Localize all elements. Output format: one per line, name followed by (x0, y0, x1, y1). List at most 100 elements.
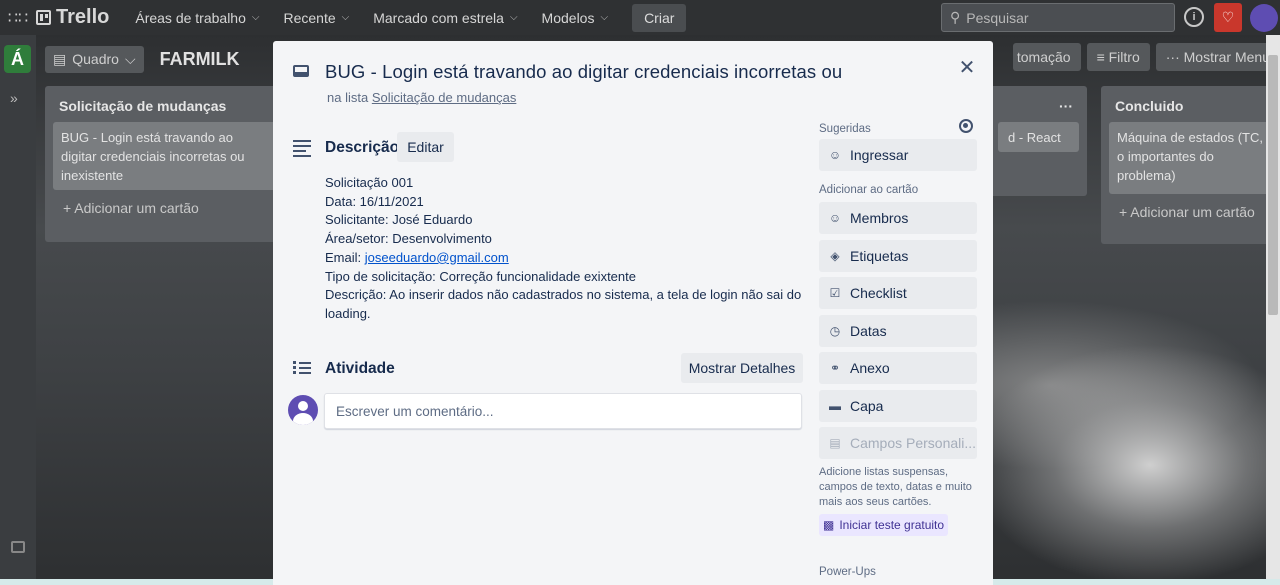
comment-input[interactable]: Escrever um comentário... (324, 393, 802, 429)
board-view-icon: ▤ (53, 50, 67, 67)
board-card[interactable]: d - React (998, 122, 1079, 152)
list-middle: ··· d - React (990, 86, 1087, 196)
show-menu-button[interactable]: ··· Mostrar Menu (1155, 43, 1280, 71)
card-text: BUG - Login está travando ao digitar cre… (61, 130, 245, 183)
list-menu-icon[interactable]: ··· (998, 94, 1079, 122)
labels-label: Etiquetas (850, 247, 909, 264)
add-card-label: Adicionar um cartão (74, 200, 199, 216)
user-avatar[interactable] (1250, 4, 1278, 32)
custom-fields-button[interactable]: ▤ Campos Personali... (819, 427, 977, 459)
card-title[interactable]: BUG - Login está travando ao digitar cre… (325, 61, 842, 83)
join-label: Ingressar (850, 147, 909, 163)
description-heading: Descrição (325, 139, 400, 156)
board-card[interactable]: BUG - Login está travando ao digitar cre… (53, 122, 277, 190)
desc-line: Tipo de solicitação: Correção funcionali… (325, 268, 636, 284)
dates-button[interactable]: ◷ Datas (819, 314, 977, 347)
filter-icon: ≡ (1096, 49, 1109, 65)
board-view-switcher[interactable]: ▤ Quadro ⌵ (45, 45, 144, 73)
expand-sidebar-icon[interactable]: » (10, 90, 18, 106)
briefcase-icon[interactable] (11, 541, 25, 553)
card-detail-modal: ✕ BUG - Login está travando ao digitar c… (273, 41, 993, 585)
add-card-label: Adicionar um cartão (1130, 204, 1255, 220)
gear-icon[interactable] (959, 119, 973, 133)
clock-icon: ◷ (829, 323, 841, 338)
person-icon: ☺ (828, 148, 842, 162)
trello-logo-icon (36, 10, 51, 25)
card-text: Máquina de estados (TC, o importantes do… (1117, 130, 1263, 183)
desc-line: Data: 16/11/2021 (325, 193, 424, 209)
add-card-button[interactable]: + Adicionar um cartão (53, 190, 277, 218)
edit-description-button[interactable]: Editar (397, 132, 454, 162)
description-icon (293, 140, 311, 160)
avatar (288, 395, 318, 425)
show-menu-label: Mostrar Menu (1183, 49, 1270, 65)
nav-recent[interactable]: Recente ⌵ (271, 0, 361, 35)
comment-placeholder: Escrever um comentário... (336, 403, 494, 419)
list-solicitacao: Solicitação de mudanças BUG - Login está… (45, 86, 285, 242)
briefcase-icon: ▩ (823, 517, 835, 532)
board-name[interactable]: FARMILK (160, 49, 240, 70)
trial-label: Iniciar teste gratuito (839, 517, 945, 532)
description-body[interactable]: Solicitação 001 Data: 16/11/2021 Solicit… (325, 174, 810, 324)
automation-button[interactable]: tomação (1012, 43, 1081, 71)
email-label: Email: (325, 249, 365, 265)
chevron-down-icon: ⌵ (251, 12, 260, 23)
desc-line: Solicitante: José Eduardo (325, 212, 473, 228)
nav-workspaces[interactable]: Áreas de trabalho ⌵ (123, 0, 271, 35)
apps-grid-icon[interactable]: ∷∷ (0, 8, 36, 28)
checklist-label: Checklist (850, 285, 907, 301)
list-concluido: Concluido Máquina de estados (TC, o impo… (1101, 86, 1280, 244)
info-icon[interactable]: i (1184, 7, 1204, 27)
add-card-button[interactable]: + Adicionar um cartão (1109, 194, 1272, 222)
board-view-label: Quadro (72, 51, 119, 67)
chevron-down-icon: ⌵ (124, 50, 136, 67)
scrollbar-thumb[interactable] (1268, 55, 1278, 315)
card-sidebar: Sugeridas ☺ Ingressar Adicionar ao cartã… (819, 119, 977, 578)
list-title[interactable]: Concluido (1109, 94, 1272, 122)
nav-starred-label: Marcado com estrela (373, 9, 504, 26)
members-label: Membros (850, 210, 909, 226)
nav-templates-label: Modelos (541, 9, 595, 26)
workspace-badge[interactable]: Á (4, 45, 31, 73)
chevron-down-icon: ⌵ (341, 12, 350, 23)
chevron-down-icon: ⌵ (600, 12, 609, 23)
filter-label: Filtro (1108, 49, 1140, 65)
filter-button[interactable]: ≡ Filtro (1086, 43, 1150, 71)
close-icon[interactable]: ✕ (955, 55, 979, 79)
cover-button[interactable]: ▬ Capa (819, 389, 977, 422)
desc-line-email: Email: joseeduardo@gmail.com (325, 249, 810, 268)
join-button[interactable]: ☺ Ingressar (819, 139, 977, 171)
card-text: d - React (1008, 130, 1061, 145)
search-input[interactable]: ⚲ Pesquisar (941, 3, 1175, 32)
nav-starred[interactable]: Marcado com estrela ⌵ (361, 0, 529, 35)
list-title[interactable]: Solicitação de mudanças (53, 94, 277, 122)
powerups-label: Power-Ups (819, 565, 876, 578)
attachment-button[interactable]: ⚭ Anexo (819, 352, 977, 384)
email-link[interactable]: joseeduardo@gmail.com (365, 250, 509, 265)
create-button[interactable]: Criar (632, 3, 687, 32)
desc-line: Área/setor: Desenvolvimento (325, 231, 492, 247)
labels-button[interactable]: ◈ Etiquetas (819, 239, 977, 272)
nav-recent-label: Recente (283, 9, 336, 26)
tag-icon: ◈ (830, 248, 840, 263)
show-details-button[interactable]: Mostrar Detalhes (681, 353, 803, 383)
workspace-sidebar: Á » (0, 35, 36, 585)
notification-bell-icon[interactable]: ♡ (1214, 3, 1242, 32)
nav-workspaces-label: Áreas de trabalho (135, 9, 246, 26)
page-scrollbar[interactable] (1266, 35, 1280, 585)
add-to-card-label: Adicionar ao cartão (819, 184, 919, 196)
desc-line: Descrição: Ao inserir dados não cadastra… (325, 287, 802, 321)
paperclip-icon: ⚭ (829, 361, 841, 375)
activity-heading: Atividade (325, 360, 395, 377)
start-trial-button[interactable]: ▩ Iniciar teste gratuito (819, 513, 949, 536)
members-button[interactable]: ☺ Membros (819, 202, 977, 234)
nav-templates[interactable]: Modelos ⌵ (530, 0, 621, 35)
checklist-button[interactable]: ☑ Checklist (819, 277, 977, 309)
suggested-section-header: Sugeridas (819, 119, 977, 135)
custom-fields-icon: ▤ (829, 436, 841, 450)
trello-logo[interactable]: Trello (36, 6, 109, 29)
list-link[interactable]: Solicitação de mudanças (372, 90, 517, 105)
attachment-label: Anexo (850, 360, 890, 376)
board-card[interactable]: Máquina de estados (TC, o importantes do… (1109, 122, 1272, 194)
checklist-icon: ☑ (829, 286, 841, 300)
